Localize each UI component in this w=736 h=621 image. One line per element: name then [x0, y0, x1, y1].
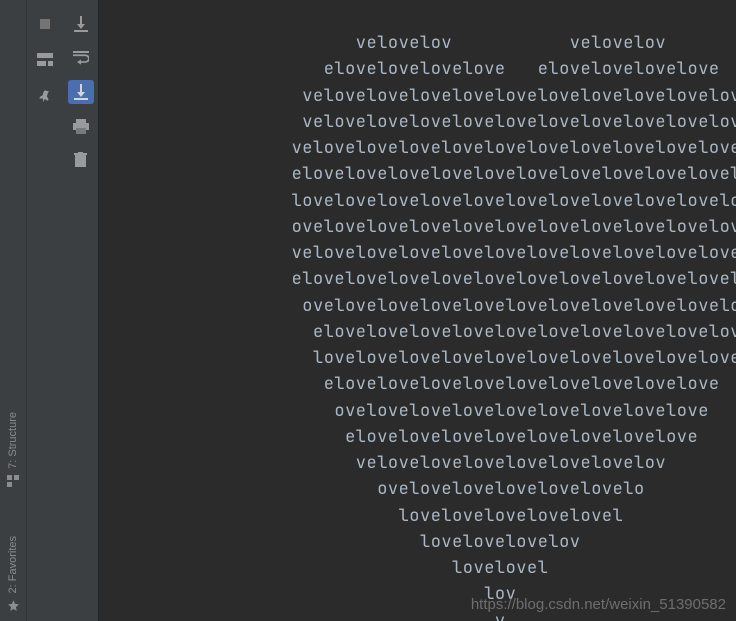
structure-icon — [7, 475, 20, 488]
output-line: velovelovelovelovelovelovelovelovelovelo… — [99, 240, 736, 266]
output-line: velovelovelovelovelovelovelovelovelovelo… — [99, 83, 736, 109]
output-line: lovelovelovelovelovelovelovelovelovelove… — [99, 188, 736, 214]
pin-button[interactable] — [32, 84, 58, 108]
side-gutter: 7: Structure 2: Favorites — [0, 0, 27, 621]
output-line: lovelovel — [99, 555, 736, 581]
output-line: elovelovelovelovelovelovelovelovelove — [99, 371, 736, 397]
stop-button[interactable] — [32, 12, 58, 36]
output-line: lovelovelovelovelovelovelovelovelovelove… — [99, 345, 736, 371]
run-toolbar-1 — [27, 0, 63, 621]
soft-wrap-button[interactable] — [68, 46, 94, 70]
output-line: ovelovelovelovelovelovelovelovelovelovel… — [99, 293, 736, 319]
download-button[interactable] — [68, 12, 94, 36]
star-icon — [7, 599, 20, 612]
output-line: elovelovelovelovelovelovelovelovelovelov… — [99, 319, 736, 345]
output-line: elovelovelovelovelovelovelovelove — [99, 424, 736, 450]
console-output[interactable]: velovelov velovelov elovelovelovelove el… — [99, 0, 736, 621]
watermark: https://blog.csdn.net/weixin_51390582 — [471, 596, 726, 613]
structure-label: 7: Structure — [7, 412, 19, 469]
tool-window-favorites[interactable]: 2: Favorites — [1, 536, 25, 612]
output-line: elovelovelovelove elovelovelovelove — [99, 56, 736, 82]
output-line: ovelovelovelovelovelovelo — [99, 476, 736, 502]
print-button[interactable] — [68, 114, 94, 138]
output-line: velovelovelovelovelovelovelovelovelovelo… — [99, 135, 736, 161]
output-line: velovelov velovelov — [99, 30, 736, 56]
output-line: lovelovelovelovelovel — [99, 503, 736, 529]
clear-all-button[interactable] — [68, 148, 94, 172]
favorites-label: 2: Favorites — [7, 536, 19, 593]
run-toolbar-2 — [63, 0, 99, 621]
output-line: ovelovelovelovelovelovelovelovelovelovel… — [99, 214, 736, 240]
scroll-to-end-button[interactable] — [68, 80, 94, 104]
output-line: velovelovelovelovelovelovelovelovelovelo… — [99, 109, 736, 135]
output-line: elovelovelovelovelovelovelovelovelovelov… — [99, 161, 736, 187]
output-line: velovelovelovelovelovelovelov — [99, 450, 736, 476]
output-line: elovelovelovelovelovelovelovelovelovelov… — [99, 266, 736, 292]
output-line: ovelovelovelovelovelovelovelovelove — [99, 398, 736, 424]
tool-window-structure[interactable]: 7: Structure — [1, 412, 25, 488]
layout-button[interactable] — [32, 48, 58, 72]
output-line: lovelovelovelov — [99, 529, 736, 555]
